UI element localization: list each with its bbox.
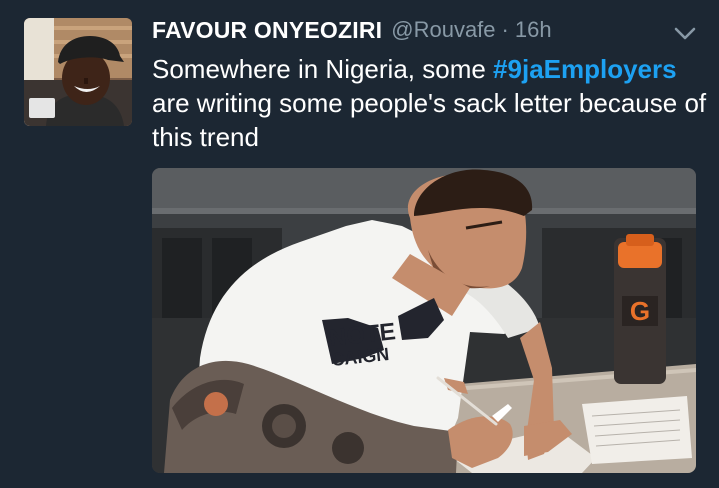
avatar[interactable] [24,18,132,126]
tweet-media-image[interactable]: G NOTE CAIGN [152,168,696,473]
chevron-down-icon [674,27,696,40]
tweet-header: FAVOUR ONYEOZIRI @Rouvafe · 16h [152,12,552,48]
separator-dot: · [501,17,509,42]
display-name[interactable]: FAVOUR ONYEOZIRI [152,17,382,44]
more-options-button[interactable] [670,20,700,48]
tweet: FAVOUR ONYEOZIRI @Rouvafe · 16h Somewher… [0,0,719,488]
timestamp[interactable]: 16h [515,17,552,43]
avatar-image [24,18,132,126]
media-photo: G NOTE CAIGN [152,168,696,473]
tweet-text: Somewhere in Nigeria, some #9jaEmployers… [152,52,708,154]
hashtag-link[interactable]: #9jaEmployers [493,54,677,84]
tweet-text-after: are writing some people's sack letter be… [152,88,707,152]
tweet-text-before: Somewhere in Nigeria, some [152,54,494,84]
bottle-logo: G [630,296,650,326]
user-handle[interactable]: @Rouvafe [391,17,495,43]
